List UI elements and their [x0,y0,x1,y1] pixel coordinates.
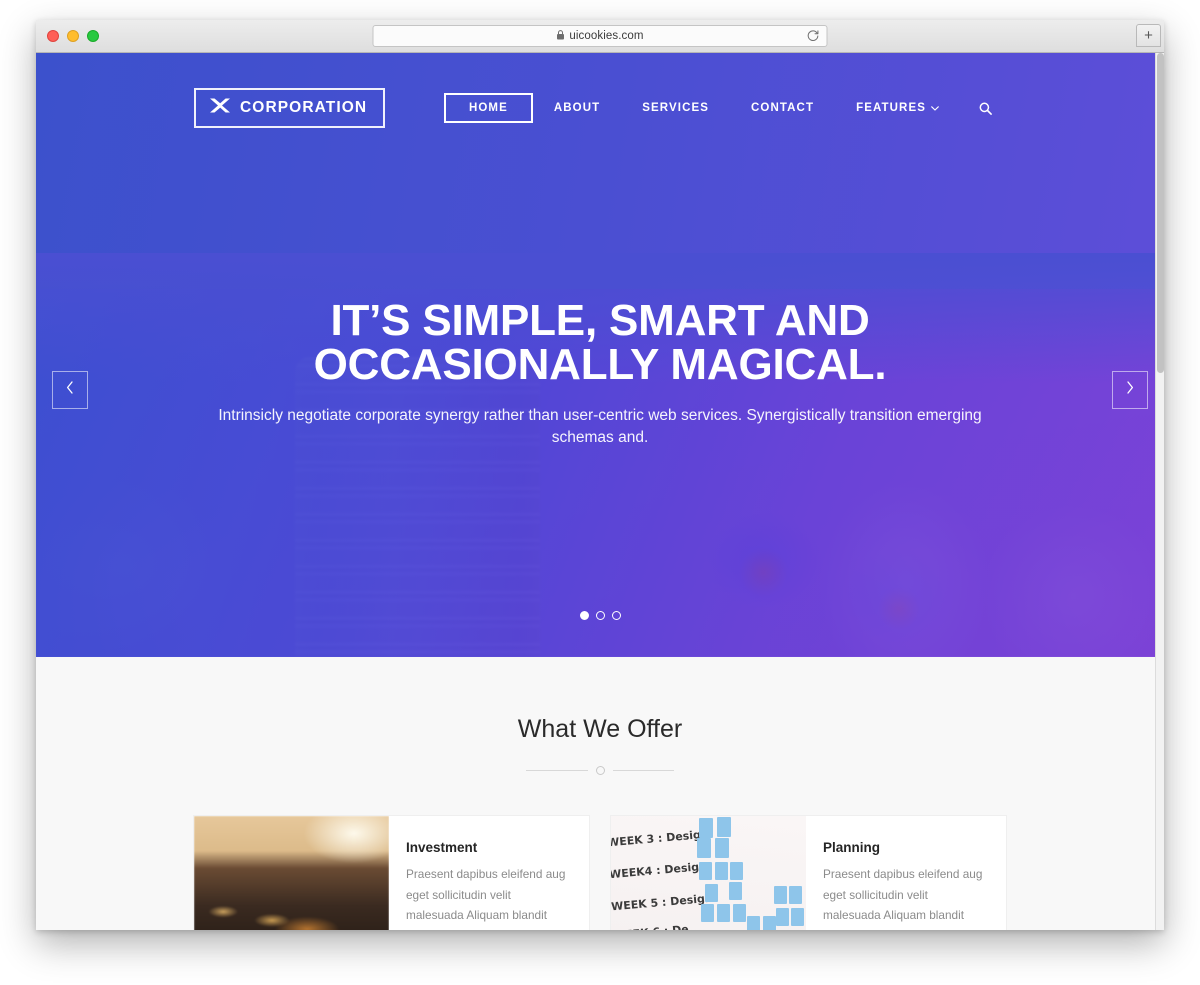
chevron-left-icon [66,381,74,399]
divider-ring-icon [595,766,605,775]
whiteboard-photo: WEEK 3 : Design WEEK4 : Design WEEK 5 : … [611,816,806,930]
slider-next-button[interactable] [1112,371,1148,409]
reload-icon[interactable] [807,30,820,43]
offer-card-body: Investment Praesent dapibus eleifend aug… [389,816,589,930]
hero-title-line1: IT’S SIMPLE, SMART AND [330,296,870,345]
browser-titlebar: uicookies.com + [36,20,1164,53]
url-text: uicookies.com [569,30,644,42]
offer-card-planning[interactable]: WEEK 3 : Design WEEK4 : Design WEEK 5 : … [611,816,1006,930]
minimize-window-button[interactable] [67,30,79,42]
hero-section: CORPORATION HOME ABOUT SERVICES CONTACT [36,53,1164,657]
slider-dot-3[interactable] [611,611,621,620]
sticky-note [747,916,760,930]
slider-pagination [36,611,1164,620]
page-scrollbar[interactable] [1155,53,1164,930]
hero-content: IT’S SIMPLE, SMART AND OCCASIONALLY MAGI… [36,299,1164,450]
whiteboard-line-4: WEEK 6 : De [613,923,690,930]
offer-card-text: Praesent dapibus eleifend aug eget solli… [406,867,566,930]
nav-item-home-label: HOME [468,102,508,114]
offer-card-body: Planning Praesent dapibus eleifend aug e… [806,816,1006,930]
sticky-note [791,908,804,926]
coins-photo [194,816,389,930]
section-divider [526,766,674,775]
sticky-note [717,904,730,922]
slider-prev-button[interactable] [52,371,88,409]
lock-icon [556,27,564,45]
x-mark-icon [209,97,231,119]
whiteboard-line-3: WEEK 5 : Design [611,891,714,914]
sticky-note [729,882,742,900]
close-window-button[interactable] [47,30,59,42]
sticky-note [705,884,718,902]
sticky-note [715,862,728,880]
whiteboard-line-2: WEEK4 : Design [611,859,708,882]
new-tab-button[interactable]: + [1136,24,1161,47]
sticky-note [774,886,787,904]
slider-dot-1[interactable] [579,611,589,620]
divider-line-left [526,770,588,771]
sticky-note [697,838,711,858]
offer-card-text: Praesent dapibus eleifend aug eget solli… [823,867,983,930]
offer-section-title: What We Offer [517,715,683,743]
offer-card-title: Investment [406,840,478,855]
nav-links: HOME ABOUT SERVICES CONTACT FEATURES [443,93,1006,124]
sticky-note [699,862,712,880]
sticky-note [733,904,746,922]
slider-dot-2[interactable] [595,611,605,620]
search-icon[interactable] [960,93,1006,124]
site-navbar: CORPORATION HOME ABOUT SERVICES CONTACT [36,53,1164,163]
offer-card-image-coins [194,816,389,930]
maximize-window-button[interactable] [87,30,99,42]
nav-item-contact[interactable]: CONTACT [730,93,835,123]
sticky-note [715,838,729,858]
nav-item-features-label: FEATURES [856,102,926,114]
sticky-note [730,862,743,880]
offer-card-title: Planning [823,840,880,855]
offer-card-image-whiteboard: WEEK 3 : Design WEEK4 : Design WEEK 5 : … [611,816,806,930]
offer-section: What We Offer Investment Praesent dapibu… [36,657,1164,930]
sticky-note [776,908,789,926]
nav-item-home[interactable]: HOME [443,93,533,123]
sticky-note [717,817,731,837]
sticky-note [789,886,802,904]
whiteboard-line-1: WEEK 3 : Design [611,827,710,850]
nav-item-contact-label: CONTACT [751,102,815,114]
sticky-note [699,818,713,838]
hero-subtitle: Intrinsicly negotiate corporate synergy … [218,407,982,447]
offer-card-investment[interactable]: Investment Praesent dapibus eleifend aug… [194,816,589,930]
site-logo[interactable]: CORPORATION [194,88,386,128]
logo-text: CORPORATION [240,99,368,116]
window-controls [47,30,99,42]
nav-item-services[interactable]: SERVICES [621,93,730,123]
nav-item-about[interactable]: ABOUT [533,93,621,123]
nav-item-about-label: ABOUT [553,102,601,114]
page-viewport: CORPORATION HOME ABOUT SERVICES CONTACT [36,53,1164,930]
nav-item-services-label: SERVICES [642,102,710,114]
chevron-right-icon [1126,381,1134,399]
nav-item-features[interactable]: FEATURES [835,93,960,123]
chevron-down-icon [931,102,939,114]
sticky-note [763,916,776,930]
browser-window: uicookies.com + CORPORATION HOME ABOUT S… [36,20,1164,930]
offer-cards: Investment Praesent dapibus eleifend aug… [194,816,1006,930]
sticky-note [701,904,714,922]
divider-line-right [612,770,674,771]
hero-title: IT’S SIMPLE, SMART AND OCCASIONALLY MAGI… [216,299,984,387]
hero-title-line2: OCCASIONALLY MAGICAL. [313,340,887,389]
address-bar[interactable]: uicookies.com [372,25,828,47]
